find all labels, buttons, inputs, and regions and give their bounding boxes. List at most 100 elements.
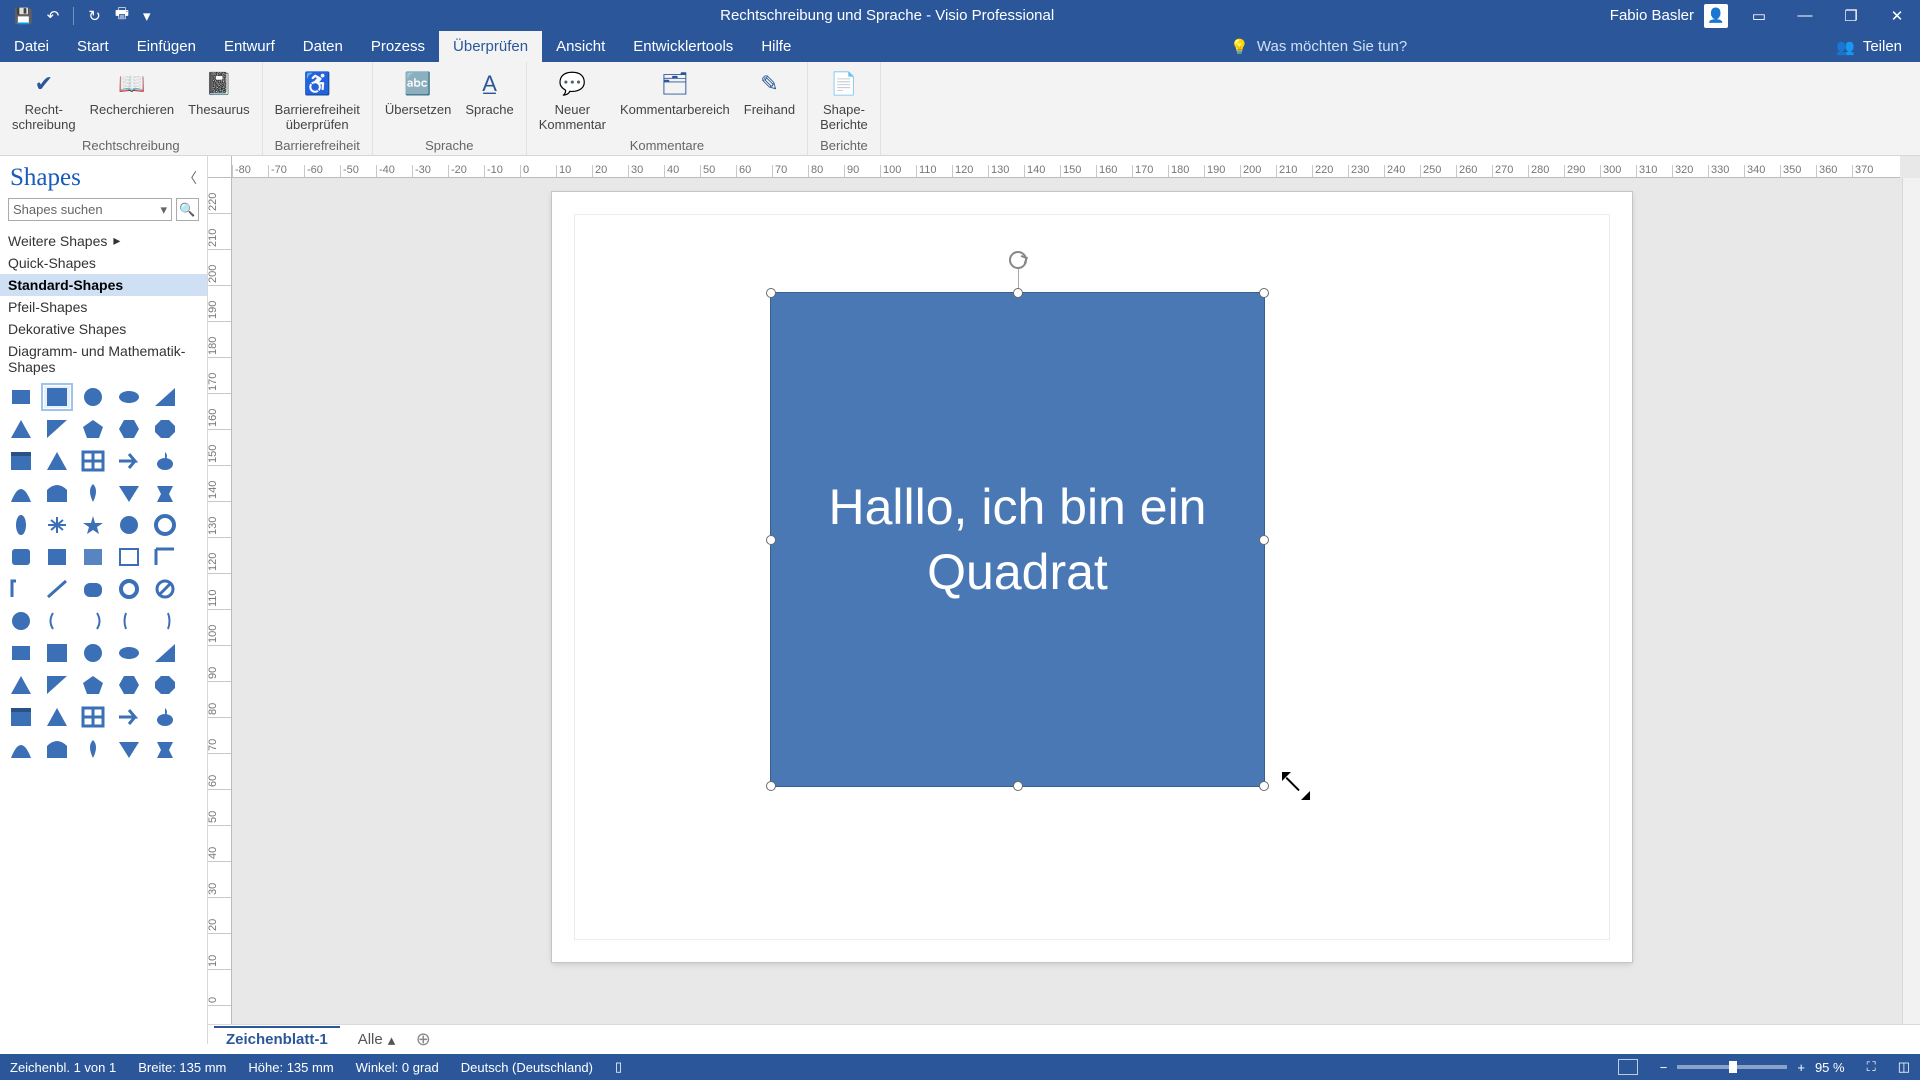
- gallery-shape[interactable]: [80, 738, 106, 760]
- status-language[interactable]: Deutsch (Deutschland): [461, 1060, 593, 1075]
- tab-entwurf[interactable]: Entwurf: [210, 31, 289, 62]
- maximize-button[interactable]: ❐: [1828, 0, 1874, 31]
- commentpane-button[interactable]: 🗂Kommentarbereich: [614, 66, 736, 120]
- gallery-shape[interactable]: [80, 482, 106, 504]
- tab-entwicklertools[interactable]: Entwicklertools: [619, 31, 747, 62]
- presentation-view-icon[interactable]: [1618, 1059, 1638, 1075]
- gallery-shape[interactable]: [116, 738, 142, 760]
- zoom-out-icon[interactable]: −: [1660, 1060, 1668, 1075]
- gallery-shape[interactable]: [152, 610, 178, 632]
- gallery-shape[interactable]: [152, 546, 178, 568]
- gallery-shape[interactable]: [44, 386, 70, 408]
- gallery-shape[interactable]: [80, 450, 106, 472]
- newcomment-button[interactable]: 💬Neuer Kommentar: [533, 66, 612, 135]
- shapes-search-input[interactable]: Shapes suchen ▾: [8, 198, 172, 221]
- page-tab-all[interactable]: Alle ▴: [346, 1027, 408, 1053]
- spelling-button[interactable]: ✔Recht- schreibung: [6, 66, 82, 135]
- tab-ansicht[interactable]: Ansicht: [542, 31, 619, 62]
- gallery-shape[interactable]: [152, 578, 178, 600]
- resize-handle-n[interactable]: [1013, 288, 1023, 298]
- tab-hilfe[interactable]: Hilfe: [747, 31, 805, 62]
- shape-category[interactable]: Weitere Shapes▸: [0, 229, 207, 252]
- gallery-shape[interactable]: [80, 642, 106, 664]
- resize-handle-sw[interactable]: [766, 781, 776, 791]
- drawing-page[interactable]: Halllo, ich bin ein Quadrat: [552, 192, 1632, 962]
- full-screen-icon[interactable]: ◫: [1898, 1059, 1910, 1075]
- gallery-shape[interactable]: [8, 418, 34, 440]
- gallery-shape[interactable]: [116, 642, 142, 664]
- tab-überprüfen[interactable]: Überprüfen: [439, 31, 542, 62]
- language-button[interactable]: A̲Sprache: [459, 66, 519, 120]
- ribbon-display-icon[interactable]: ▭: [1736, 0, 1782, 31]
- gallery-shape[interactable]: [116, 578, 142, 600]
- gallery-shape[interactable]: [152, 418, 178, 440]
- gallery-shape[interactable]: [80, 610, 106, 632]
- gallery-shape[interactable]: [44, 482, 70, 504]
- gallery-shape[interactable]: [152, 706, 178, 728]
- gallery-shape[interactable]: [80, 706, 106, 728]
- resize-handle-se[interactable]: [1259, 781, 1269, 791]
- gallery-shape[interactable]: [116, 386, 142, 408]
- macro-record-icon[interactable]: ▯: [615, 1059, 622, 1075]
- add-page-button[interactable]: ⊕: [407, 1029, 439, 1050]
- gallery-shape[interactable]: [116, 546, 142, 568]
- gallery-shape[interactable]: [44, 738, 70, 760]
- gallery-shape[interactable]: [152, 386, 178, 408]
- tab-start[interactable]: Start: [63, 31, 123, 62]
- gallery-shape[interactable]: [44, 610, 70, 632]
- zoom-slider-knob[interactable]: [1729, 1061, 1737, 1073]
- qat-customize-icon[interactable]: ▾: [143, 7, 151, 25]
- a11y-button[interactable]: ♿Barrierefreiheit überprüfen: [269, 66, 366, 135]
- gallery-shape[interactable]: [8, 546, 34, 568]
- gallery-shape[interactable]: [116, 706, 142, 728]
- resize-handle-nw[interactable]: [766, 288, 776, 298]
- gallery-shape[interactable]: [116, 610, 142, 632]
- research-button[interactable]: 📖Recherchieren: [84, 66, 181, 120]
- gallery-shape[interactable]: [152, 642, 178, 664]
- dropdown-icon[interactable]: ▾: [160, 202, 167, 218]
- resize-handle-e[interactable]: [1259, 535, 1269, 545]
- gallery-shape[interactable]: [44, 706, 70, 728]
- gallery-shape[interactable]: [116, 482, 142, 504]
- gallery-shape[interactable]: [44, 514, 70, 536]
- gallery-shape[interactable]: [152, 450, 178, 472]
- tab-datei[interactable]: Datei: [0, 31, 63, 62]
- gallery-shape[interactable]: [8, 450, 34, 472]
- thesaurus-button[interactable]: 📓Thesaurus: [182, 66, 255, 120]
- translate-button[interactable]: 🔤Übersetzen: [379, 66, 457, 120]
- zoom-in-icon[interactable]: +: [1797, 1060, 1805, 1075]
- gallery-shape[interactable]: [80, 674, 106, 696]
- gallery-shape[interactable]: [152, 482, 178, 504]
- tab-einfügen[interactable]: Einfügen: [123, 31, 210, 62]
- gallery-shape[interactable]: [44, 674, 70, 696]
- shape-category[interactable]: Standard-Shapes: [0, 274, 207, 296]
- shape-category[interactable]: Dekorative Shapes: [0, 318, 207, 340]
- gallery-shape[interactable]: [116, 674, 142, 696]
- gallery-shape[interactable]: [116, 418, 142, 440]
- shapereport-button[interactable]: 📄Shape- Berichte: [814, 66, 874, 135]
- print-icon[interactable]: 🖶: [115, 3, 129, 28]
- shape-category[interactable]: Diagramm- und Mathematik-Shapes: [0, 340, 207, 378]
- gallery-shape[interactable]: [8, 514, 34, 536]
- gallery-shape[interactable]: [8, 578, 34, 600]
- gallery-shape[interactable]: [8, 706, 34, 728]
- gallery-shape[interactable]: [80, 578, 106, 600]
- share-button[interactable]: 👥 Teilen: [1818, 31, 1920, 62]
- gallery-shape[interactable]: [80, 386, 106, 408]
- redo-icon[interactable]: ↻: [88, 7, 101, 25]
- close-button[interactable]: ✕: [1874, 0, 1920, 31]
- gallery-shape[interactable]: [152, 738, 178, 760]
- tab-prozess[interactable]: Prozess: [357, 31, 439, 62]
- gallery-shape[interactable]: [44, 578, 70, 600]
- shape-category[interactable]: Pfeil-Shapes: [0, 296, 207, 318]
- save-icon[interactable]: 💾: [14, 7, 33, 25]
- gallery-shape[interactable]: [44, 418, 70, 440]
- vertical-scrollbar[interactable]: [1902, 178, 1920, 1024]
- zoom-level[interactable]: 95 %: [1815, 1060, 1845, 1075]
- gallery-shape[interactable]: [116, 450, 142, 472]
- gallery-shape[interactable]: [8, 642, 34, 664]
- gallery-shape[interactable]: [152, 674, 178, 696]
- fit-page-icon[interactable]: ⛶: [1867, 1059, 1876, 1075]
- minimize-button[interactable]: —: [1782, 0, 1828, 31]
- collapse-pane-icon[interactable]: 〈: [183, 168, 197, 188]
